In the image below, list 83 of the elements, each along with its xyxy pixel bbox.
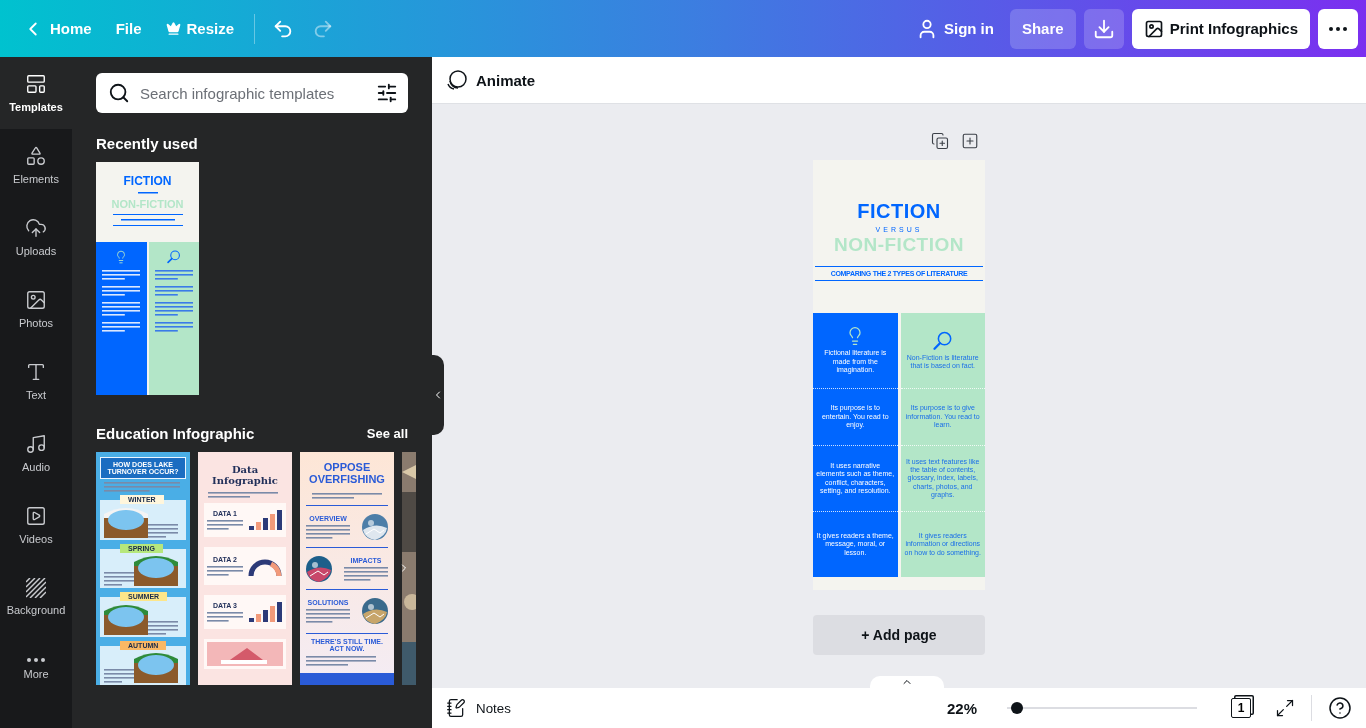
cloud-upload-icon	[25, 217, 47, 239]
section-heading: Recently used	[96, 135, 198, 152]
text-lines-drawing	[154, 270, 193, 280]
text-lines-drawing	[306, 524, 350, 539]
template-thumbnail[interactable]	[402, 452, 416, 685]
text-lines-drawing	[102, 302, 141, 316]
circles-icon	[446, 69, 468, 91]
play-icon	[25, 505, 47, 527]
magnifier-icon	[932, 330, 953, 351]
more-button[interactable]	[1318, 8, 1358, 49]
text-lines-drawing	[306, 656, 376, 667]
magnifier-icon	[166, 250, 181, 264]
notes-icon	[446, 698, 466, 718]
crown-icon	[165, 21, 181, 36]
sidebar-tab[interactable]: Uploads	[0, 201, 72, 273]
sidebar-tab[interactable]: More	[0, 633, 72, 705]
text-lines-drawing	[104, 669, 134, 683]
music-note-icon	[25, 433, 47, 455]
infographic-title: FICTION	[857, 200, 941, 223]
text-lines-drawing	[207, 520, 243, 530]
search-field[interactable]: Search infographic templates	[96, 73, 408, 113]
text-lines-drawing	[104, 572, 134, 586]
search-icon	[108, 82, 130, 104]
image-icon	[25, 289, 47, 311]
animate-button[interactable]: Animate	[446, 69, 536, 91]
text-lines-drawing	[137, 192, 158, 194]
text-lines-drawing	[306, 608, 350, 623]
sidebar-tab[interactable]: Videos	[0, 489, 72, 561]
section-heading: Education Infographic	[96, 425, 255, 442]
download-button[interactable]	[1083, 8, 1124, 49]
sidebar-tab[interactable]: Background	[0, 561, 72, 633]
thumbnail-title: FICTION	[123, 174, 172, 188]
notes-button[interactable]: Notes	[446, 698, 511, 718]
duplicate-page-icon[interactable]	[931, 132, 949, 150]
sign-in-button[interactable]: Sign in	[903, 8, 1006, 49]
more-icon	[27, 658, 45, 662]
layout-icon	[25, 73, 47, 95]
zoom-percentage: 22%	[946, 699, 977, 717]
text-lines-drawing	[154, 286, 193, 296]
thumbnail-subtitle: NON-FICTION	[111, 198, 184, 210]
text-lines-drawing	[344, 566, 388, 581]
chart-drawing	[247, 600, 283, 624]
shapes-icon	[25, 145, 47, 167]
help-button[interactable]	[1328, 696, 1352, 720]
recent-template-thumbnail[interactable]: FICTION NON-FICTION	[96, 162, 199, 395]
text-lines-drawing	[102, 322, 141, 332]
sidebar-tab[interactable]: Photos	[0, 273, 72, 345]
chart-drawing	[247, 508, 283, 532]
image-icon	[1143, 18, 1164, 39]
more-icon	[1329, 26, 1347, 31]
text-lines-drawing	[154, 322, 193, 332]
expand-icon	[1275, 698, 1295, 718]
diagonal-lines-icon	[26, 578, 46, 598]
letter-t-icon	[25, 361, 47, 383]
slider-thumb[interactable]	[1010, 702, 1023, 714]
infographic-subtitle: NON-FICTION	[833, 234, 964, 256]
text-lines-drawing	[148, 620, 178, 635]
sidebar-tab[interactable]: Audio	[0, 417, 72, 489]
print-button[interactable]: Print Infographics	[1131, 8, 1310, 49]
text-lines-drawing	[207, 566, 243, 576]
see-all-link[interactable]: See all	[366, 426, 408, 441]
sidebar-tab[interactable]: Templates	[0, 57, 72, 129]
text-lines-drawing	[154, 302, 193, 316]
add-page-icon[interactable]	[961, 132, 979, 150]
share-button[interactable]: Share	[1009, 8, 1076, 49]
template-title: OPPOSE OVERFISHING	[308, 462, 386, 486]
page-count[interactable]: 1	[1231, 698, 1251, 718]
text-lines-drawing	[207, 612, 243, 622]
collapse-panel-button[interactable]	[432, 355, 444, 435]
help-icon	[1328, 696, 1352, 720]
download-icon	[1092, 17, 1115, 40]
template-title: Data Infographic	[211, 464, 279, 486]
sidebar-tab[interactable]: Text	[0, 345, 72, 417]
text-lines-drawing	[102, 270, 141, 280]
sidebar-tab[interactable]: Elements	[0, 129, 72, 201]
filter-icon[interactable]	[376, 82, 398, 104]
text-lines-drawing	[112, 214, 183, 226]
text-lines-drawing	[148, 523, 178, 538]
add-page-button[interactable]: + Add page	[813, 615, 985, 655]
text-lines-drawing	[208, 492, 278, 498]
text-lines-drawing	[102, 286, 141, 296]
text-lines-drawing	[312, 493, 382, 500]
fullscreen-button[interactable]	[1275, 698, 1295, 718]
